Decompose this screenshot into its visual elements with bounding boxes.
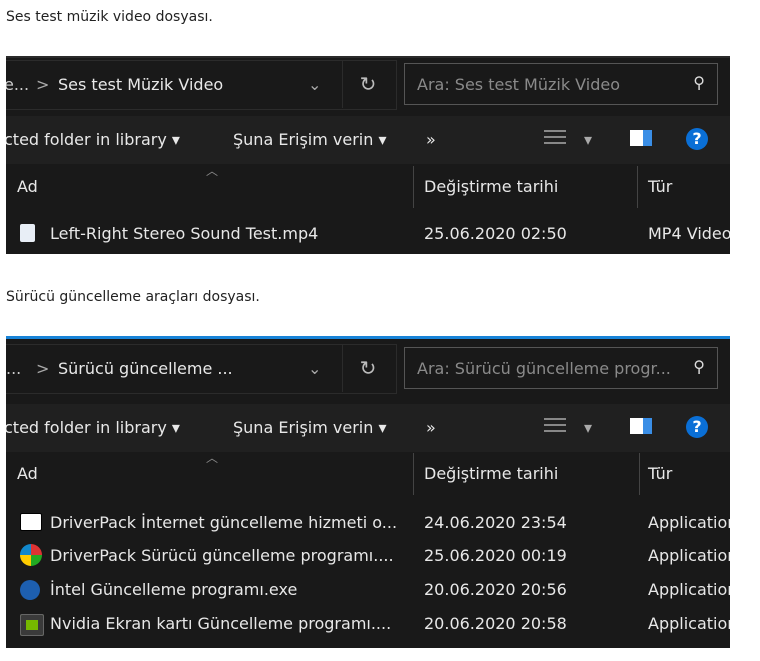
file-row[interactable]: İntel Güncelleme programı.exe 20.06.2020… (6, 574, 730, 607)
view-details-icon[interactable] (544, 130, 566, 148)
search-input[interactable]: Ara: Sürücü güncelleme progr... ⚲ (404, 347, 718, 389)
nvidia-icon (20, 614, 44, 636)
search-input[interactable]: Ara: Ses test Müzik Video ⚲ (404, 63, 718, 105)
search-placeholder: Ara: Ses test Müzik Video (417, 75, 621, 94)
more-icon[interactable]: » (426, 418, 436, 437)
address-bar[interactable]: e... > Ses test Müzik Video ⌄ ↻ Ara: Ses… (6, 60, 730, 110)
file-date: 20.06.2020 20:56 (424, 580, 567, 599)
file-name: DriverPack Sürücü güncelleme programı...… (50, 546, 394, 565)
share-with-button[interactable]: Şuna Erişim verin ▾ (233, 418, 387, 437)
file-row[interactable]: Left-Right Stereo Sound Test.mp4 25.06.2… (6, 218, 730, 251)
file-type: Application (648, 546, 730, 565)
file-name: Nvidia Ekran kartı Güncelleme programı..… (50, 614, 392, 633)
file-name: İntel Güncelleme programı.exe (50, 580, 298, 599)
video-file-icon (20, 224, 35, 242)
toolbar: cted folder in library ▾ Şuna Erişim ver… (6, 116, 730, 164)
view-dropdown-icon[interactable]: ▾ (584, 418, 592, 437)
file-type: Application (648, 614, 730, 633)
share-with-button[interactable]: Şuna Erişim verin ▾ (233, 130, 387, 149)
file-date: 25.06.2020 02:50 (424, 224, 567, 243)
explorer-window-2: ... > Sürücü güncelleme ... ⌄ ↻ Ara: Sür… (6, 336, 730, 648)
column-header: ︿ Ad Değiştirme tarihi Tür (6, 451, 730, 495)
path-prefix[interactable]: ... (6, 359, 21, 378)
path-current[interactable]: Ses test Müzik Video (58, 75, 223, 94)
file-date: 20.06.2020 20:58 (424, 614, 567, 633)
file-row[interactable]: DriverPack Sürücü güncelleme programı...… (6, 540, 730, 573)
intel-icon (20, 580, 40, 600)
chevron-right-icon: > (36, 75, 50, 94)
sort-up-icon: ︿ (206, 451, 219, 465)
refresh-icon[interactable]: ↻ (342, 344, 393, 392)
path-current[interactable]: Sürücü güncelleme ... (58, 359, 233, 378)
file-type: Application (648, 513, 730, 532)
column-header: ︿ Ad Değiştirme tarihi Tür (6, 164, 730, 208)
search-icon[interactable]: ⚲ (693, 357, 705, 376)
column-name[interactable]: Ad (17, 177, 38, 196)
search-icon[interactable]: ⚲ (693, 73, 705, 92)
sort-up-icon: ︿ (206, 164, 219, 178)
preview-pane-icon[interactable] (630, 130, 652, 146)
include-in-library-button[interactable]: cted folder in library ▾ (6, 418, 180, 437)
refresh-icon[interactable]: ↻ (342, 60, 393, 108)
caption-2: Sürücü güncelleme araçları dosyası. (6, 289, 260, 305)
column-type[interactable]: Tür (648, 464, 672, 483)
help-icon[interactable]: ? (686, 128, 708, 150)
toolbar: cted folder in library ▾ Şuna Erişim ver… (6, 404, 730, 452)
column-name[interactable]: Ad (17, 464, 38, 483)
explorer-window-1: e... > Ses test Müzik Video ⌄ ↻ Ara: Ses… (6, 56, 730, 254)
preview-pane-icon[interactable] (630, 418, 652, 434)
more-icon[interactable]: » (426, 130, 436, 149)
driverpack-icon (20, 544, 42, 566)
include-in-library-button[interactable]: cted folder in library ▾ (6, 130, 180, 149)
column-type[interactable]: Tür (648, 177, 672, 196)
chevron-down-icon[interactable]: ⌄ (308, 75, 321, 94)
file-date: 25.06.2020 00:19 (424, 546, 567, 565)
help-icon[interactable]: ? (686, 416, 708, 438)
file-type: MP4 Video (648, 224, 730, 243)
file-type: Application (648, 580, 730, 599)
column-date[interactable]: Değiştirme tarihi (424, 177, 558, 196)
view-details-icon[interactable] (544, 418, 566, 436)
file-date: 24.06.2020 23:54 (424, 513, 567, 532)
address-bar[interactable]: ... > Sürücü güncelleme ... ⌄ ↻ Ara: Sür… (6, 344, 730, 394)
search-placeholder: Ara: Sürücü güncelleme progr... (417, 359, 671, 378)
file-row[interactable]: Nvidia Ekran kartı Güncelleme programı..… (6, 608, 730, 641)
caption-1: Ses test müzik video dosyası. (6, 9, 213, 25)
7zip-icon (20, 513, 42, 531)
file-name: DriverPack İnternet güncelleme hizmeti o… (50, 513, 398, 532)
file-row[interactable]: DriverPack İnternet güncelleme hizmeti o… (6, 507, 730, 540)
path-prefix[interactable]: e... (6, 75, 29, 94)
view-dropdown-icon[interactable]: ▾ (584, 130, 592, 149)
file-name: Left-Right Stereo Sound Test.mp4 (50, 224, 319, 243)
chevron-right-icon: > (36, 359, 50, 378)
column-date[interactable]: Değiştirme tarihi (424, 464, 558, 483)
chevron-down-icon[interactable]: ⌄ (308, 359, 321, 378)
